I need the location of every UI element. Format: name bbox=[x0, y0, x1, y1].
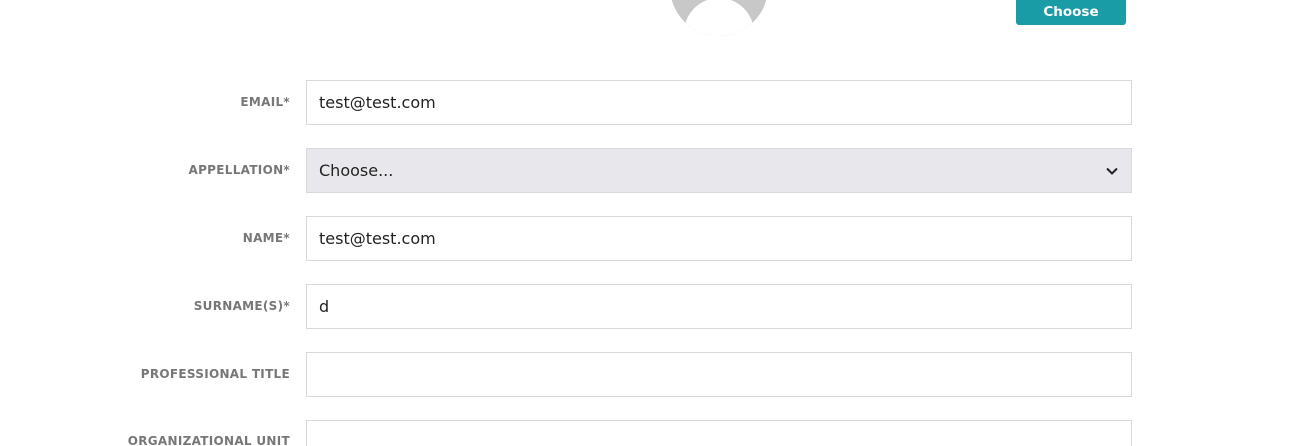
appellation-select[interactable]: Choose... bbox=[306, 148, 1132, 193]
surnames-row: SURNAME(S)* bbox=[0, 284, 1300, 329]
email-label: EMAIL* bbox=[240, 95, 290, 109]
professional-title-input[interactable] bbox=[306, 352, 1132, 397]
organizational-unit-input[interactable] bbox=[306, 420, 1132, 446]
name-label: NAME* bbox=[242, 231, 290, 245]
organizational-unit-label: ORGANIZATIONAL UNIT bbox=[127, 434, 290, 446]
organizational-unit-row: ORGANIZATIONAL UNIT bbox=[0, 420, 1300, 446]
professional-title-label: PROFESSIONAL TITLE bbox=[140, 367, 290, 381]
chevron-down-icon bbox=[1105, 164, 1119, 178]
choose-picture-button[interactable]: Choose picture bbox=[1016, 0, 1126, 45]
professional-title-row: PROFESSIONAL TITLE bbox=[0, 352, 1300, 397]
surnames-input[interactable] bbox=[306, 284, 1132, 329]
appellation-row: APPELLATION* Choose... bbox=[0, 148, 1300, 193]
name-row: NAME* bbox=[0, 216, 1300, 261]
surnames-label: SURNAME(S)* bbox=[193, 299, 290, 313]
name-input[interactable] bbox=[306, 216, 1132, 261]
appellation-selected-value: Choose... bbox=[319, 161, 394, 180]
avatar-placeholder-icon bbox=[670, 0, 768, 36]
appellation-label: APPELLATION* bbox=[188, 163, 290, 177]
profile-form-page: Choose picture EMAIL* APPELLATION* Choos… bbox=[0, 0, 1300, 446]
email-input[interactable] bbox=[306, 80, 1132, 125]
email-row: EMAIL* bbox=[0, 80, 1300, 125]
avatar-body bbox=[684, 0, 754, 36]
